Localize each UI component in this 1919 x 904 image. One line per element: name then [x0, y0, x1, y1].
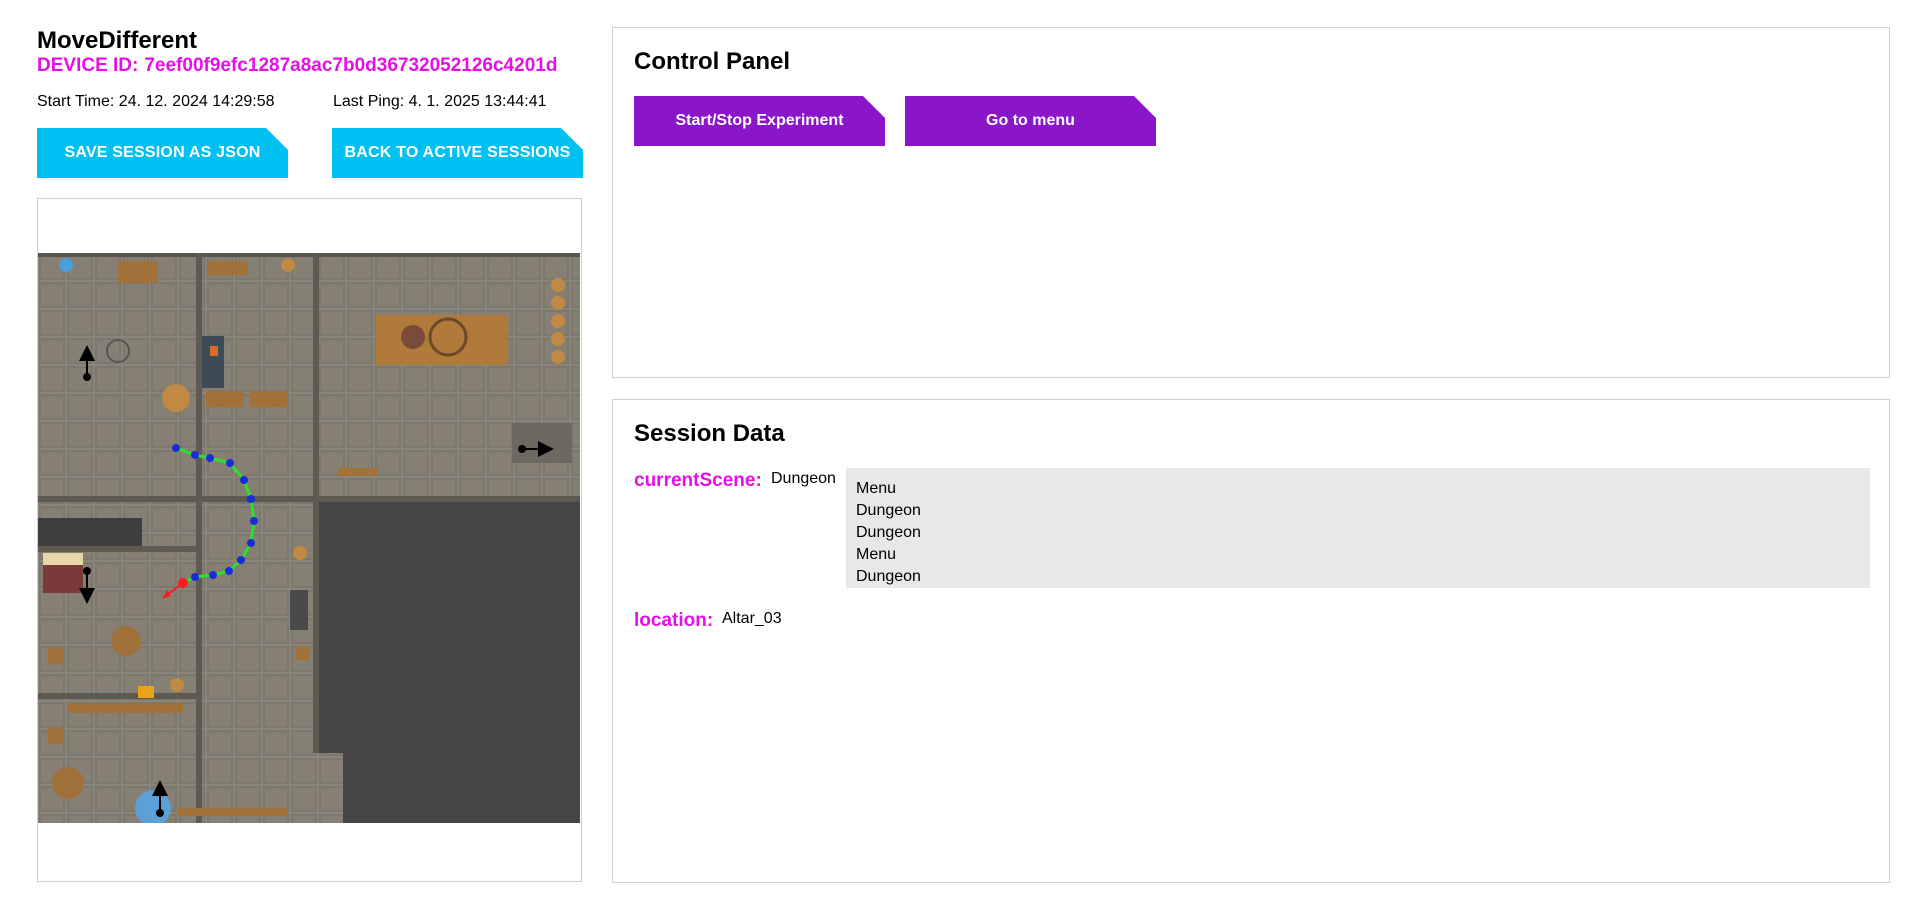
scene-history-item: Menu: [856, 546, 897, 563]
save-session-button[interactable]: SAVE SESSION AS JSON: [37, 128, 288, 178]
control-panel-title: Control Panel: [634, 48, 791, 75]
session-data-panel: Session Data currentScene: Dungeon Menu D…: [612, 399, 1890, 883]
dungeon-map: [38, 253, 580, 823]
scene-history-item: Dungeon: [856, 502, 921, 519]
go-to-menu-button[interactable]: Go to menu: [905, 96, 1156, 146]
current-scene-value: Dungeon: [771, 470, 836, 487]
back-to-sessions-button[interactable]: BACK TO ACTIVE SESSIONS: [332, 128, 583, 178]
location-value: Altar_03: [722, 610, 782, 627]
current-scene-label: currentScene:: [634, 470, 762, 491]
scene-history-item: Dungeon: [856, 524, 921, 541]
session-data-title: Session Data: [634, 420, 785, 447]
map-door: [202, 336, 224, 388]
scene-history-list: Menu Dungeon Dungeon Menu Dungeon: [846, 468, 1870, 588]
scene-history-item: Dungeon: [856, 568, 921, 585]
start-time: Start Time: 24. 12. 2024 14:29:58: [37, 93, 275, 110]
location-label: location:: [634, 610, 714, 631]
control-panel: Control Panel Start/Stop Experiment Go t…: [612, 27, 1890, 378]
app-title: MoveDifferent: [37, 27, 198, 54]
map-table: [376, 315, 508, 365]
last-ping: Last Ping: 4. 1. 2025 13:44:41: [333, 93, 547, 110]
scene-history-item: Menu: [856, 480, 897, 497]
device-id-label: DEVICE ID:: [37, 55, 139, 76]
device-id-value: 7eef00f9efc1287a8ac7b0d36732052126c4201d: [144, 55, 558, 76]
device-id: DEVICE ID: 7eef00f9efc1287a8ac7b0d3673205…: [37, 55, 557, 77]
start-stop-experiment-button[interactable]: Start/Stop Experiment: [634, 96, 885, 146]
map-void: [318, 498, 580, 823]
